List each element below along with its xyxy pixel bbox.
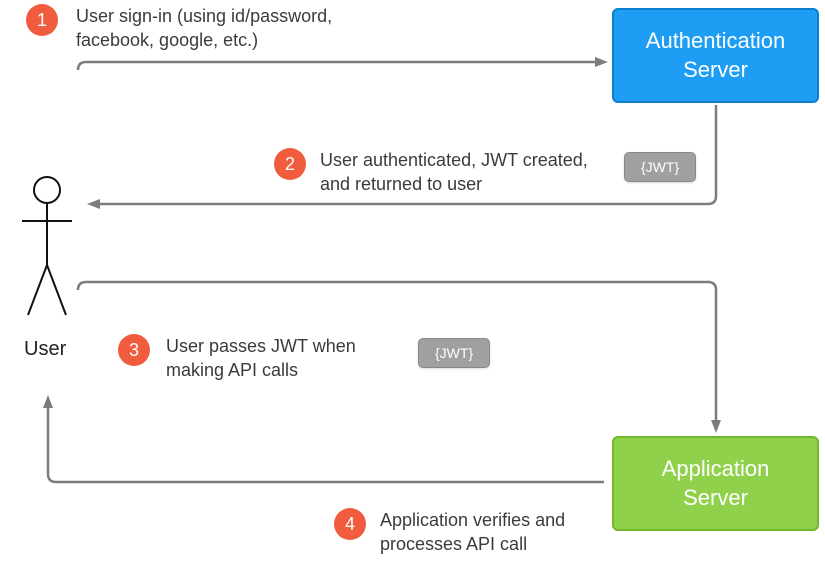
auth-server-line1: Authentication <box>646 28 785 53</box>
app-server-box: Application Server <box>612 436 819 531</box>
user-label: User <box>24 338 66 361</box>
arrow-head-1 <box>595 57 608 67</box>
step-badge-2: 2 <box>274 148 306 180</box>
jwt-token-2: {JWT} <box>624 152 696 182</box>
step-badge-3: 3 <box>118 334 150 366</box>
arrow-step-4 <box>48 408 604 482</box>
auth-server-box: Authentication Server <box>612 8 819 103</box>
step-badge-4: 4 <box>334 508 366 540</box>
step-badge-1: 1 <box>26 4 58 36</box>
step-text-1: User sign-in (using id/password, faceboo… <box>76 4 376 53</box>
step-text-2: User authenticated, JWT created, and ret… <box>320 148 600 197</box>
arrow-head-4 <box>43 395 53 408</box>
arrow-step-1 <box>78 62 595 70</box>
user-icon <box>20 175 75 325</box>
auth-server-line2: Server <box>683 57 748 82</box>
app-server-line2: Server <box>683 485 748 510</box>
jwt-flow-diagram: User Authentication Server Application S… <box>0 0 825 567</box>
arrow-head-3 <box>711 420 721 433</box>
jwt-token-3: {JWT} <box>418 338 490 368</box>
step-text-3: User passes JWT when making API calls <box>166 334 406 383</box>
arrow-head-2 <box>87 199 100 209</box>
app-server-line1: Application <box>662 456 770 481</box>
step-text-4: Application verifies and processes API c… <box>380 508 620 557</box>
